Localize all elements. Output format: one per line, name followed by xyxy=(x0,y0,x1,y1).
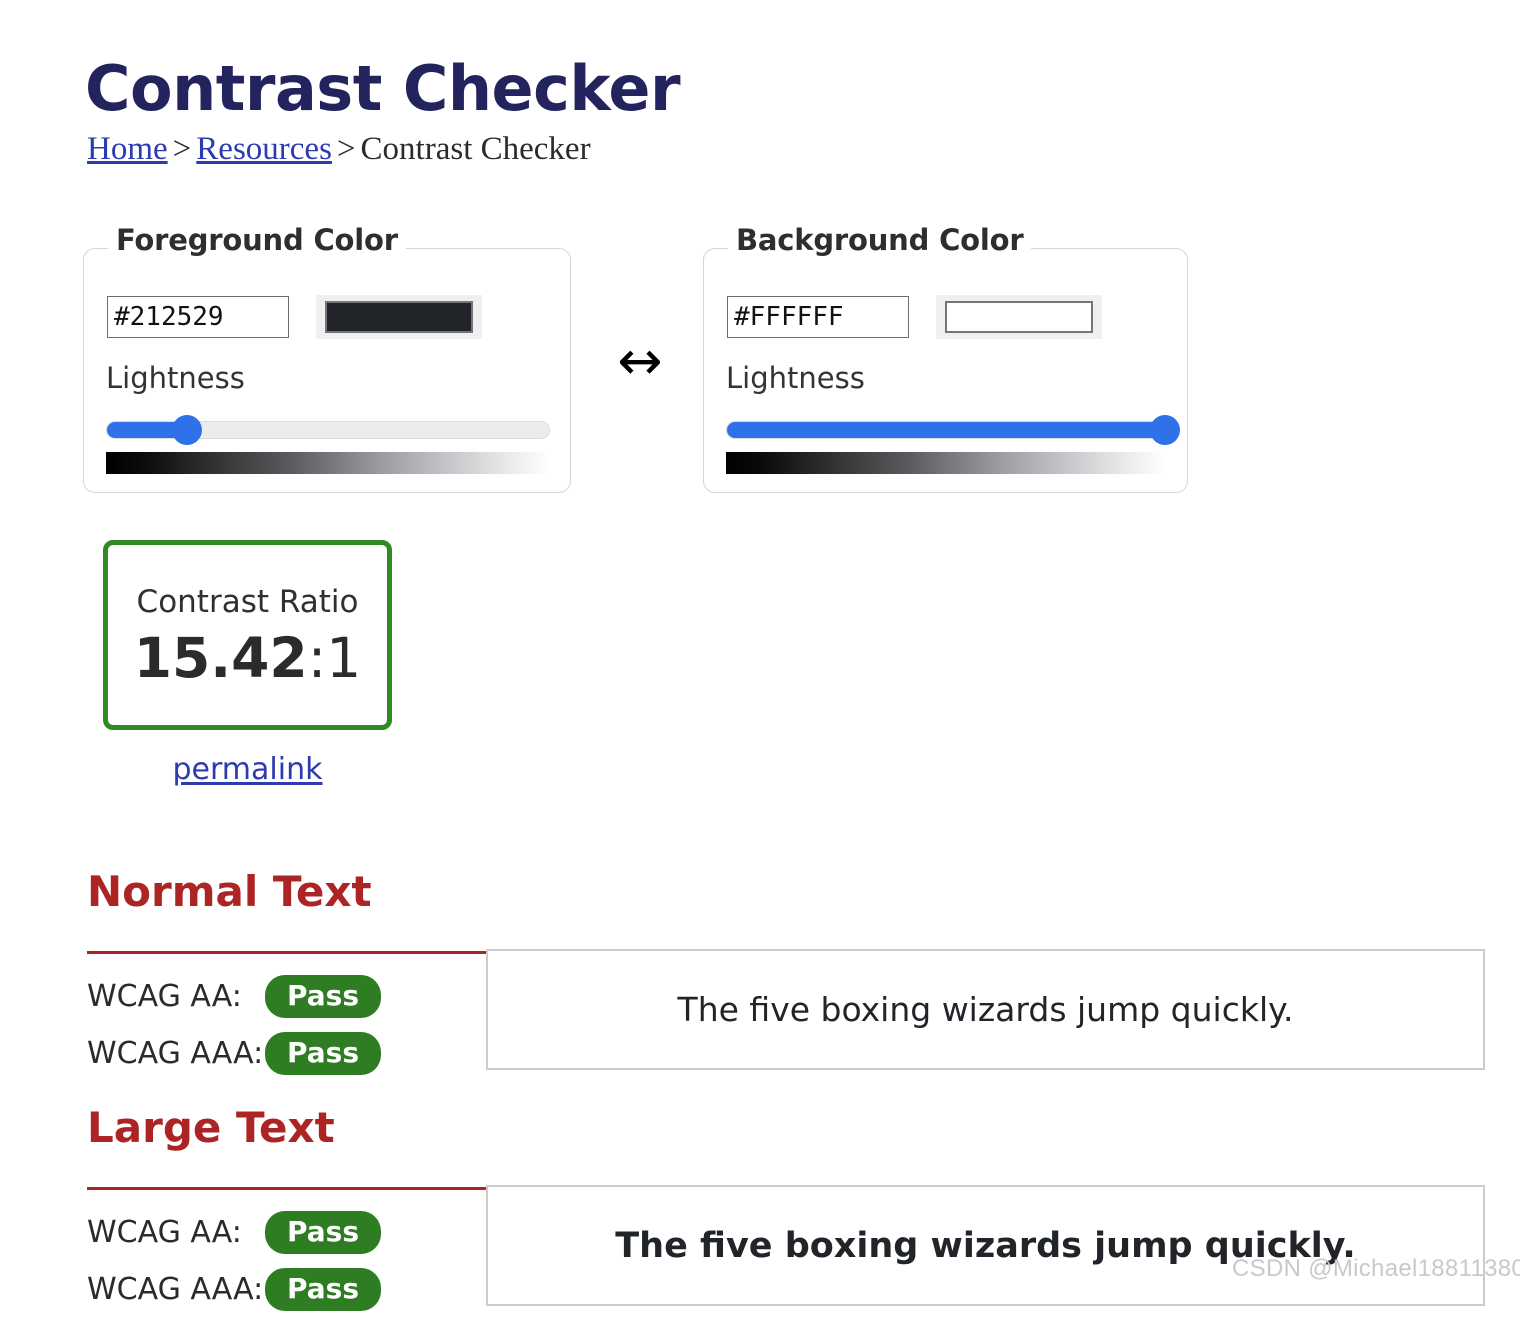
background-lightness-gradient xyxy=(726,452,1166,474)
breadcrumb-current: Contrast Checker xyxy=(360,131,591,167)
breadcrumb-separator: > xyxy=(336,131,356,167)
foreground-color-panel: Foreground Color Lightness xyxy=(83,223,571,493)
foreground-slider-thumb[interactable] xyxy=(171,415,202,445)
contrast-ratio-number: 15.42 xyxy=(133,625,308,690)
normal-text-sample-box: The five boxing wizards jump quickly. xyxy=(486,949,1485,1071)
background-slider-fill xyxy=(727,422,1165,438)
normal-text-criteria: WCAG AA: Pass WCAG AAA: Pass xyxy=(87,968,487,1082)
normal-text-aa-status-badge: Pass xyxy=(265,974,381,1019)
contrast-ratio-label: Contrast Ratio xyxy=(136,583,359,620)
background-panel-legend: Background Color xyxy=(728,223,1032,257)
permalink-link[interactable]: permalink xyxy=(173,752,323,787)
large-text-aaa-label: WCAG AAA: xyxy=(87,1272,264,1308)
large-text-aa-label: WCAG AA: xyxy=(87,1215,242,1251)
swap-colors-icon[interactable]: ↔ xyxy=(602,334,678,388)
breadcrumb-separator: > xyxy=(172,131,192,167)
breadcrumb-link-home[interactable]: Home xyxy=(87,131,168,167)
normal-text-aa-label: WCAG AA: xyxy=(87,979,242,1015)
normal-text-heading: Normal Text xyxy=(87,866,372,916)
foreground-color-swatch[interactable] xyxy=(316,295,482,339)
background-color-swatch[interactable] xyxy=(936,295,1102,339)
breadcrumb: Home > Resources > Contrast Checker xyxy=(87,130,591,170)
background-color-panel: Background Color Lightness xyxy=(703,223,1188,493)
contrast-ratio-box: Contrast Ratio 15.42:1 xyxy=(103,540,392,730)
foreground-lightness-label: Lightness xyxy=(106,361,245,395)
contrast-ratio-value: 15.42:1 xyxy=(133,625,362,690)
normal-text-aaa-label: WCAG AAA: xyxy=(87,1036,264,1072)
large-text-aaa-status-badge: Pass xyxy=(265,1267,381,1312)
normal-text-sample: The five boxing wizards jump quickly. xyxy=(677,989,1294,1029)
breadcrumb-link-resources[interactable]: Resources xyxy=(196,131,332,167)
large-text-sample-box: The five boxing wizards jump quickly. xyxy=(486,1185,1485,1307)
contrast-ratio-suffix: :1 xyxy=(307,625,362,690)
background-lightness-slider[interactable] xyxy=(726,415,1180,445)
background-slider-thumb[interactable] xyxy=(1150,415,1180,445)
foreground-swatch-fill xyxy=(325,301,473,333)
page-title: Contrast Checker xyxy=(85,51,681,125)
watermark: CSDN @Michael18811380328 xyxy=(1232,1255,1520,1282)
permalink: permalink xyxy=(103,752,392,787)
background-swatch-fill xyxy=(945,301,1093,333)
background-lightness-label: Lightness xyxy=(726,361,865,395)
background-hex-input[interactable] xyxy=(727,296,909,338)
normal-text-aa-row: WCAG AA: Pass xyxy=(87,968,487,1025)
large-text-aa-status-badge: Pass xyxy=(265,1210,381,1255)
foreground-panel-legend: Foreground Color xyxy=(108,223,406,257)
foreground-lightness-slider[interactable] xyxy=(106,415,550,445)
large-text-criteria: WCAG AA: Pass WCAG AAA: Pass xyxy=(87,1204,487,1318)
large-text-heading: Large Text xyxy=(87,1102,335,1152)
normal-text-section: Normal Text WCAG AA: Pass WCAG AAA: Pass… xyxy=(87,833,1485,1088)
foreground-lightness-gradient xyxy=(106,452,550,474)
contrast-checker-page: Contrast Checker Home > Resources > Contrast… xyxy=(0,0,1520,1312)
foreground-hex-input[interactable] xyxy=(107,296,289,338)
large-text-aaa-row: WCAG AAA: Pass xyxy=(87,1261,487,1318)
large-text-section: Large Text WCAG AA: Pass WCAG AAA: Pass … xyxy=(87,1069,1485,1324)
large-text-aa-row: WCAG AA: Pass xyxy=(87,1204,487,1261)
